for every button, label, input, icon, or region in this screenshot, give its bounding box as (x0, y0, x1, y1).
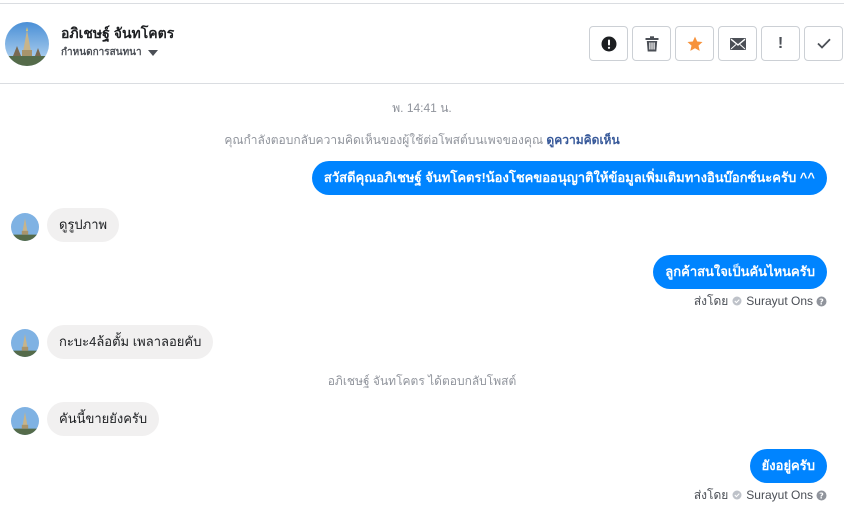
assign-conversation-label: กำหนดการสนทนา (61, 47, 142, 58)
message-timestamp: พ. 14:41 น. (392, 101, 452, 115)
view-comment-link[interactable]: ดูความคิดเห็น (546, 133, 619, 147)
incoming-message[interactable]: ดูรูปภาพ (47, 208, 120, 242)
sent-by-info: ส่งโดย Surayut Ons ? (694, 294, 827, 308)
outgoing-message[interactable]: สวัสดีคุณอภิเชษฐ์ จันทโคตร!น้องโชคขออนุญ… (311, 161, 827, 195)
trash-icon (645, 35, 658, 51)
sent-by-label: ส่งโดย (693, 487, 729, 502)
mark-spam-button[interactable] (589, 26, 628, 61)
sent-by-label: ส่งโดย (693, 293, 729, 308)
avatar[interactable] (11, 407, 39, 435)
alert-circle-icon (601, 36, 616, 51)
toolbar: ! (589, 26, 844, 61)
reply-context-text: คุณกำลังตอบกลับความคิดเห็นของผู้ใช้ต่อโพ… (224, 133, 544, 147)
delete-button[interactable] (632, 26, 671, 61)
star-button[interactable] (675, 26, 714, 61)
temple-avatar-image (11, 329, 39, 357)
reply-context-notice: คุณกำลังตอบกลับความคิดเห็นของผู้ใช้ต่อโพ… (0, 131, 844, 150)
verified-icon (732, 490, 742, 500)
svg-text:?: ? (819, 491, 824, 500)
temple-avatar-image (11, 213, 39, 241)
avatar[interactable] (11, 213, 39, 241)
checkmark-icon (816, 38, 831, 49)
user-replied-notice: อภิเชษฐ์ จันทโคตร ได้ตอบกลับโพสต์ (327, 374, 517, 388)
help-icon[interactable]: ? (816, 490, 827, 501)
incoming-message[interactable]: กะบะ4ล้อตั้ม เพลาลอยคับ (47, 325, 214, 359)
exclamation-icon: ! (777, 34, 784, 52)
conversation-header: อภิเชษฐ์ จันทโคตร กำหนดการสนทนา ! (0, 4, 844, 84)
temple-avatar-image (11, 407, 39, 435)
done-button[interactable] (804, 26, 843, 61)
assign-conversation-dropdown[interactable]: กำหนดการสนทนา (61, 45, 158, 60)
incoming-message[interactable]: คันนี้ขายยังครับ (47, 402, 160, 436)
sent-by-name[interactable]: Surayut Ons (746, 488, 813, 502)
envelope-icon (729, 37, 746, 50)
outgoing-message[interactable]: ลูกค้าสนใจเป็นคันไหนครับ (653, 255, 827, 289)
svg-text:?: ? (819, 297, 824, 306)
verified-icon (732, 296, 742, 306)
contact-name[interactable]: อภิเชษฐ์ จันทโคตร (61, 23, 174, 45)
avatar[interactable] (11, 329, 39, 357)
important-button[interactable]: ! (761, 26, 800, 61)
mark-unread-button[interactable] (718, 26, 757, 61)
help-icon[interactable]: ? (816, 296, 827, 307)
star-icon (687, 36, 702, 51)
chevron-down-icon (147, 49, 158, 56)
avatar[interactable] (5, 22, 49, 66)
temple-avatar-image (5, 22, 49, 66)
sent-by-info: ส่งโดย Surayut Ons ? (694, 488, 827, 502)
sent-by-name[interactable]: Surayut Ons (746, 294, 813, 308)
outgoing-message[interactable]: ยังอยู่ครับ (749, 449, 827, 483)
